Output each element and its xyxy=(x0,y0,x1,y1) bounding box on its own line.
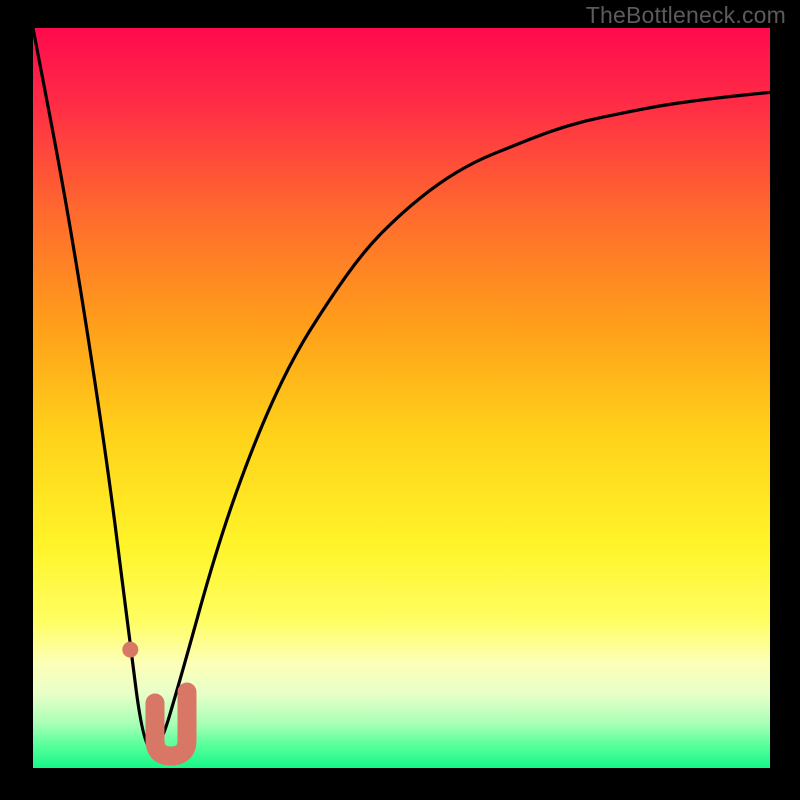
bottleneck-chart xyxy=(0,0,800,800)
plot-background xyxy=(33,28,770,768)
marker-dot xyxy=(122,642,138,658)
watermark-text: TheBottleneck.com xyxy=(586,2,786,29)
